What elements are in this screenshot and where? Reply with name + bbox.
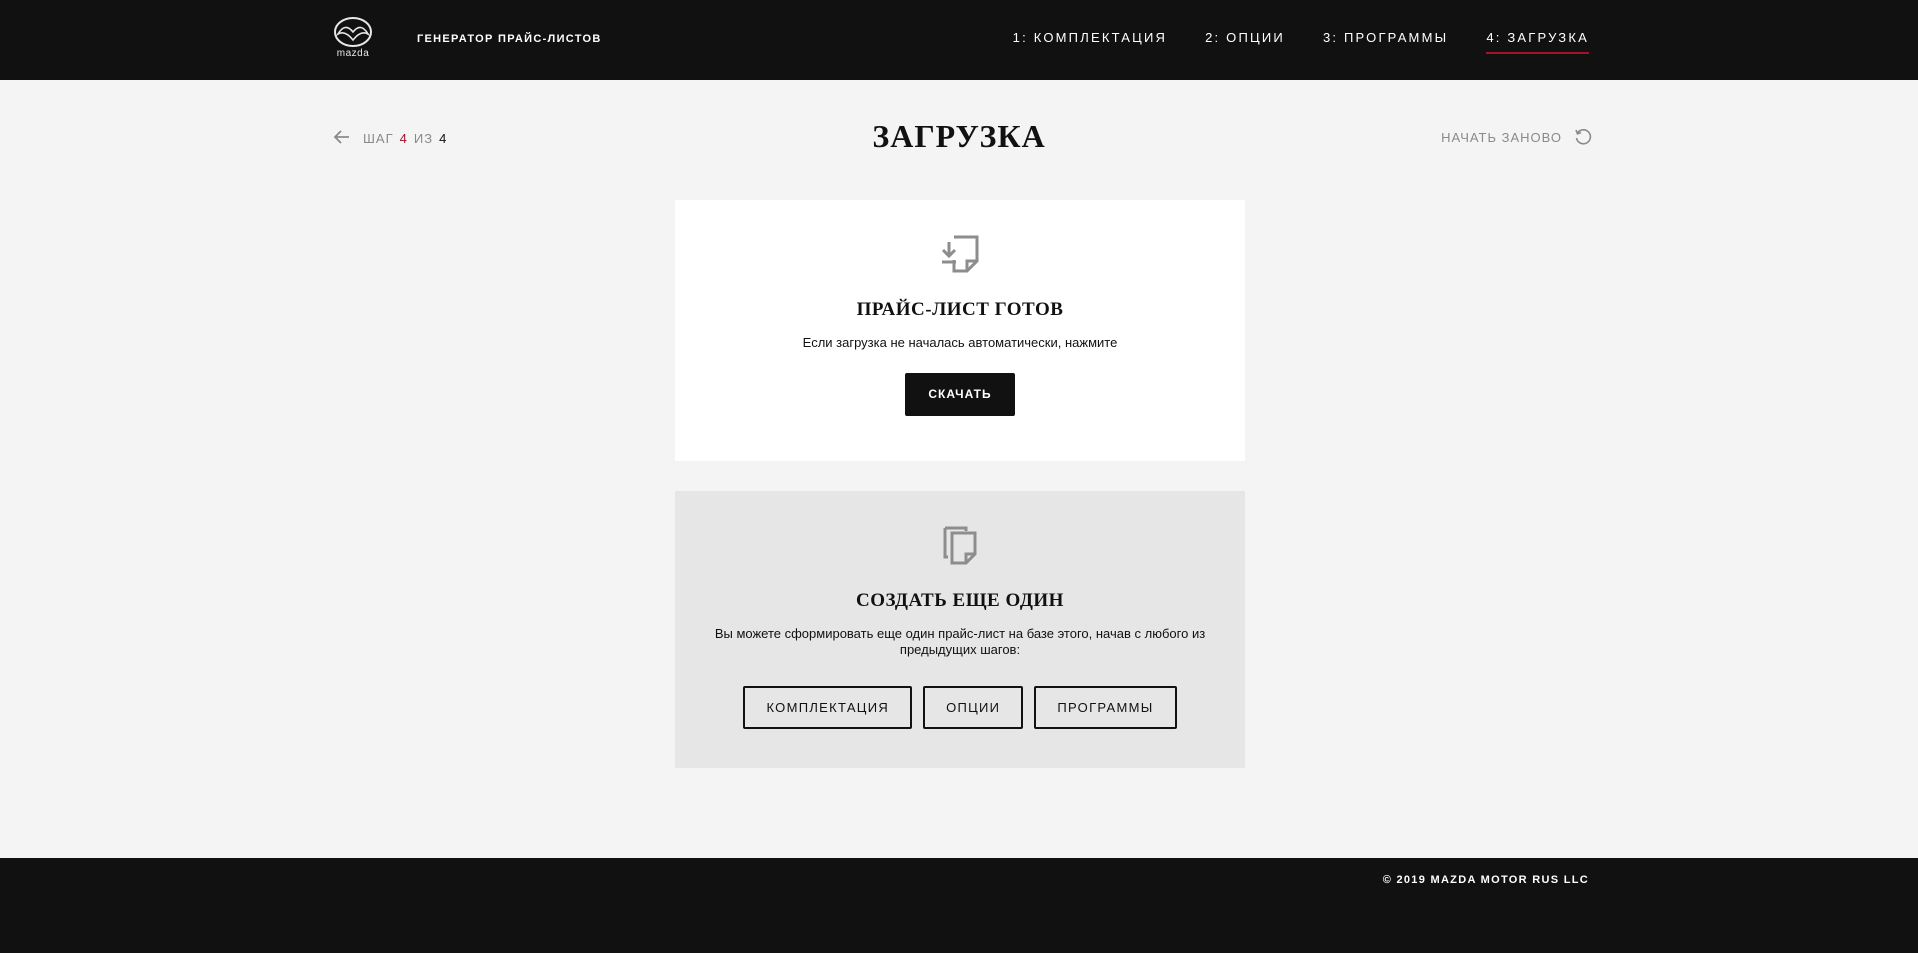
ready-text: Если загрузка не началась автоматически,… bbox=[802, 335, 1118, 350]
nav-step-1[interactable]: 1: КОМПЛЕКТАЦИЯ bbox=[1013, 30, 1167, 54]
copyright: © 2019 MAZDA MOTOR RUS LLC bbox=[1382, 874, 1589, 886]
nav-step-2[interactable]: 2: ОПЦИИ bbox=[1205, 30, 1285, 54]
create-text: Вы можете сформировать еще один прайс-ли… bbox=[714, 626, 1206, 657]
header: mazda ГЕНЕРАТОР ПРАЙС-ЛИСТОВ 1: КОМПЛЕКТ… bbox=[0, 0, 1918, 80]
goto-options-button[interactable]: ОПЦИИ bbox=[923, 686, 1024, 729]
restart-step-buttons: КОМПЛЕКТАЦИЯ ОПЦИИ ПРОГРАММЫ bbox=[675, 686, 1245, 729]
restart-button[interactable]: НАЧАТЬ ЗАНОВО bbox=[1441, 128, 1592, 146]
restart-label: НАЧАТЬ ЗАНОВО bbox=[1441, 129, 1562, 145]
step-nav: 1: КОМПЛЕКТАЦИЯ 2: ОПЦИИ 3: ПРОГРАММЫ 4:… bbox=[1013, 30, 1589, 54]
refresh-icon bbox=[1575, 129, 1592, 145]
create-title: СОЗДАТЬ ЕЩЕ ОДИН bbox=[856, 590, 1064, 611]
app-title: ГЕНЕРАТОР ПРАЙС-ЛИСТОВ bbox=[417, 33, 602, 45]
footer: © 2019 MAZDA MOTOR RUS LLC bbox=[0, 858, 1918, 953]
logo-wordmark: mazda bbox=[336, 48, 370, 59]
ready-title: ПРАЙС-ЛИСТ ГОТОВ bbox=[856, 299, 1064, 320]
download-file-icon bbox=[941, 235, 979, 273]
goto-configuration-button[interactable]: КОМПЛЕКТАЦИЯ bbox=[743, 686, 913, 729]
copy-file-icon bbox=[943, 526, 977, 565]
price-list-ready-card: ПРАЙС-ЛИСТ ГОТОВ Если загрузка не начала… bbox=[675, 200, 1245, 461]
nav-step-4[interactable]: 4: ЗАГРУЗКА bbox=[1486, 30, 1589, 54]
page-title: ЗАГРУЗКА bbox=[872, 118, 1046, 154]
goto-programs-button[interactable]: ПРОГРАММЫ bbox=[1034, 686, 1177, 729]
download-button[interactable]: СКАЧАТЬ bbox=[905, 373, 1015, 416]
create-another-card: СОЗДАТЬ ЕЩЕ ОДИН Вы можете сформировать … bbox=[675, 491, 1245, 768]
nav-step-3[interactable]: 3: ПРОГРАММЫ bbox=[1323, 30, 1448, 54]
